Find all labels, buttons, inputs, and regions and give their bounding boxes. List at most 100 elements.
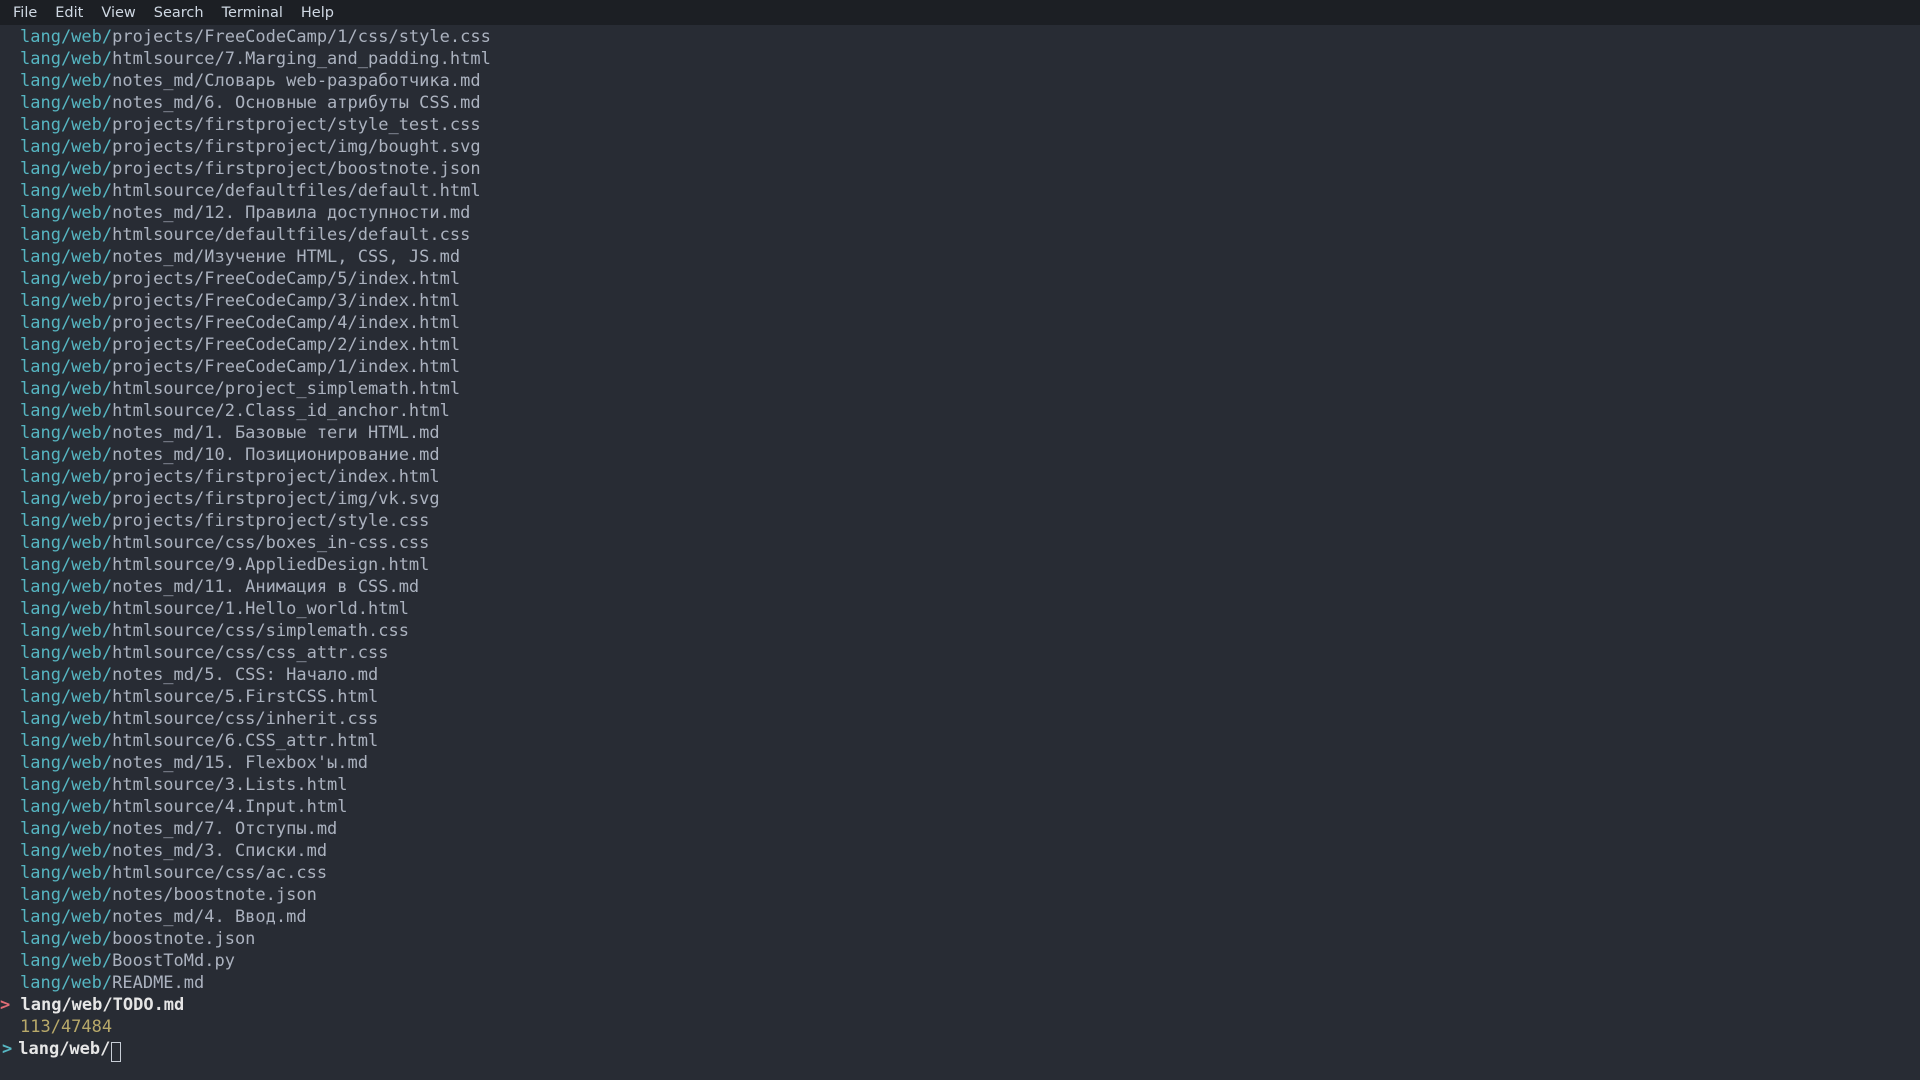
result-prefix: lang/web/ (20, 335, 112, 355)
result-path: projects/FreeCodeCamp/2/index.html (112, 335, 460, 355)
fzf-result-line[interactable]: lang/web/htmlsource/2.Class_id_anchor.ht… (0, 400, 1920, 422)
fzf-result-line[interactable]: lang/web/projects/firstproject/boostnote… (0, 158, 1920, 180)
result-path: htmlsource/5.FirstCSS.html (112, 687, 378, 707)
result-prefix: lang/web/ (20, 775, 112, 795)
fzf-result-line[interactable]: lang/web/notes_md/3. Списки.md (0, 840, 1920, 862)
fzf-result-line[interactable]: lang/web/htmlsource/3.Lists.html (0, 774, 1920, 796)
fzf-result-line[interactable]: lang/web/BoostToMd.py (0, 950, 1920, 972)
fzf-result-line[interactable]: lang/web/projects/firstproject/img/bough… (0, 136, 1920, 158)
menu-edit[interactable]: Edit (46, 2, 92, 24)
fzf-result-line[interactable]: lang/web/projects/firstproject/style_tes… (0, 114, 1920, 136)
result-prefix: lang/web/ (20, 841, 112, 861)
result-path: htmlsource/6.CSS_attr.html (112, 731, 378, 751)
result-prefix: lang/web/ (20, 951, 112, 971)
result-path: projects/FreeCodeCamp/1/index.html (112, 357, 460, 377)
fzf-result-line[interactable]: lang/web/notes_md/10. Позиционирование.m… (0, 444, 1920, 466)
selected-prefix: lang/web/ (21, 995, 113, 1015)
fzf-result-line[interactable]: lang/web/boostnote.json (0, 928, 1920, 950)
prompt-input[interactable]: lang/web/ (18, 1038, 110, 1060)
fzf-result-line[interactable]: lang/web/notes_md/6. Основные атрибуты C… (0, 92, 1920, 114)
menu-help[interactable]: Help (292, 2, 343, 24)
result-prefix: lang/web/ (20, 555, 112, 575)
fzf-result-line[interactable]: lang/web/htmlsource/defaultfiles/default… (0, 180, 1920, 202)
fzf-result-line[interactable]: lang/web/notes_md/11. Анимация в CSS.md (0, 576, 1920, 598)
result-path: projects/firstproject/style_test.css (112, 115, 480, 135)
menubar: FileEditViewSearchTerminalHelp (0, 0, 1920, 25)
result-path: projects/firstproject/boostnote.json (112, 159, 480, 179)
pointer-icon: > (0, 995, 10, 1015)
result-prefix: lang/web/ (20, 665, 112, 685)
fzf-result-line[interactable]: lang/web/projects/firstproject/style.css (0, 510, 1920, 532)
result-path: projects/FreeCodeCamp/4/index.html (112, 313, 460, 333)
fzf-result-line[interactable]: lang/web/notes_md/4. Ввод.md (0, 906, 1920, 928)
result-path: notes_md/3. Списки.md (112, 841, 327, 861)
fzf-result-line[interactable]: lang/web/htmlsource/1.Hello_world.html (0, 598, 1920, 620)
fzf-result-line[interactable]: lang/web/htmlsource/7.Marging_and_paddin… (0, 48, 1920, 70)
fzf-result-line[interactable]: lang/web/projects/FreeCodeCamp/1/css/sty… (0, 26, 1920, 48)
menu-terminal[interactable]: Terminal (213, 2, 292, 24)
result-path: htmlsource/project_simplemath.html (112, 379, 460, 399)
fzf-result-line[interactable]: lang/web/notes_md/5. CSS: Начало.md (0, 664, 1920, 686)
result-prefix: lang/web/ (20, 929, 112, 949)
result-prefix: lang/web/ (20, 379, 112, 399)
fzf-result-line[interactable]: lang/web/projects/FreeCodeCamp/5/index.h… (0, 268, 1920, 290)
fzf-result-line[interactable]: lang/web/projects/FreeCodeCamp/2/index.h… (0, 334, 1920, 356)
menu-file[interactable]: File (4, 2, 46, 24)
result-path: htmlsource/4.Input.html (112, 797, 347, 817)
result-path: projects/FreeCodeCamp/3/index.html (112, 291, 460, 311)
result-path: notes_md/Словарь web-разработчика.md (112, 71, 480, 91)
fzf-result-line[interactable]: lang/web/htmlsource/5.FirstCSS.html (0, 686, 1920, 708)
fzf-result-line[interactable]: lang/web/README.md (0, 972, 1920, 994)
result-prefix: lang/web/ (20, 423, 112, 443)
result-path: notes_md/15. Flexbox'ы.md (112, 753, 368, 773)
result-prefix: lang/web/ (20, 687, 112, 707)
result-prefix: lang/web/ (20, 181, 112, 201)
fzf-result-line[interactable]: lang/web/projects/firstproject/index.htm… (0, 466, 1920, 488)
fzf-result-line[interactable]: lang/web/projects/FreeCodeCamp/4/index.h… (0, 312, 1920, 334)
fzf-selected-line[interactable]: > lang/web/TODO.md (0, 994, 1920, 1016)
fzf-result-line[interactable]: lang/web/htmlsource/css/boxes_in-css.css (0, 532, 1920, 554)
fzf-result-line[interactable]: lang/web/htmlsource/css/ac.css (0, 862, 1920, 884)
result-path: notes_md/Изучение HTML, CSS, JS.md (112, 247, 460, 267)
result-prefix: lang/web/ (20, 313, 112, 333)
result-prefix: lang/web/ (20, 731, 112, 751)
terminal-output: lang/web/projects/FreeCodeCamp/1/css/sty… (0, 25, 1920, 1060)
fzf-count: 113/47484 (0, 1016, 1920, 1038)
menu-search[interactable]: Search (145, 2, 213, 24)
fzf-prompt[interactable]: >lang/web/ (0, 1038, 1920, 1060)
fzf-result-line[interactable]: lang/web/notes_md/Словарь web-разработчи… (0, 70, 1920, 92)
fzf-result-line[interactable]: lang/web/htmlsource/css/css_attr.css (0, 642, 1920, 664)
fzf-result-line[interactable]: lang/web/notes_md/Изучение HTML, CSS, JS… (0, 246, 1920, 268)
fzf-result-line[interactable]: lang/web/notes_md/7. Отступы.md (0, 818, 1920, 840)
fzf-result-line[interactable]: lang/web/htmlsource/project_simplemath.h… (0, 378, 1920, 400)
result-path: htmlsource/css/boxes_in-css.css (112, 533, 429, 553)
result-prefix: lang/web/ (20, 621, 112, 641)
result-path: notes/boostnote.json (112, 885, 317, 905)
result-prefix: lang/web/ (20, 511, 112, 531)
fzf-result-line[interactable]: lang/web/htmlsource/defaultfiles/default… (0, 224, 1920, 246)
fzf-result-line[interactable]: lang/web/notes_md/1. Базовые теги HTML.m… (0, 422, 1920, 444)
result-path: notes_md/7. Отступы.md (112, 819, 337, 839)
fzf-result-line[interactable]: lang/web/notes_md/15. Flexbox'ы.md (0, 752, 1920, 774)
result-path: projects/FreeCodeCamp/1/css/style.css (112, 27, 491, 47)
fzf-result-line[interactable]: lang/web/htmlsource/9.AppliedDesign.html (0, 554, 1920, 576)
fzf-result-line[interactable]: lang/web/projects/FreeCodeCamp/1/index.h… (0, 356, 1920, 378)
fzf-result-line[interactable]: lang/web/htmlsource/css/simplemath.css (0, 620, 1920, 642)
result-path: projects/firstproject/style.css (112, 511, 429, 531)
menu-view[interactable]: View (92, 2, 144, 24)
result-path: projects/FreeCodeCamp/5/index.html (112, 269, 460, 289)
fzf-result-line[interactable]: lang/web/projects/firstproject/img/vk.sv… (0, 488, 1920, 510)
fzf-result-line[interactable]: lang/web/htmlsource/css/inherit.css (0, 708, 1920, 730)
result-path: boostnote.json (112, 929, 255, 949)
result-prefix: lang/web/ (20, 203, 112, 223)
result-path: notes_md/11. Анимация в CSS.md (112, 577, 419, 597)
fzf-result-line[interactable]: lang/web/projects/FreeCodeCamp/3/index.h… (0, 290, 1920, 312)
fzf-result-line[interactable]: lang/web/htmlsource/4.Input.html (0, 796, 1920, 818)
result-prefix: lang/web/ (20, 445, 112, 465)
fzf-result-line[interactable]: lang/web/notes_md/12. Правила доступност… (0, 202, 1920, 224)
result-path: notes_md/1. Базовые теги HTML.md (112, 423, 440, 443)
fzf-result-line[interactable]: lang/web/htmlsource/6.CSS_attr.html (0, 730, 1920, 752)
fzf-result-line[interactable]: lang/web/notes/boostnote.json (0, 884, 1920, 906)
result-prefix: lang/web/ (20, 71, 112, 91)
cursor-icon (111, 1042, 121, 1062)
